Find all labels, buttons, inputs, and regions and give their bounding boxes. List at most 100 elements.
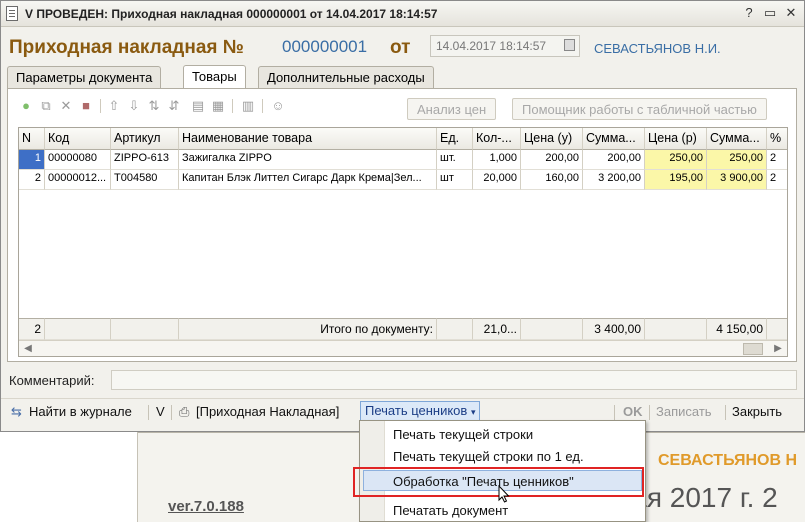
copy-icon[interactable]: ⧉ (38, 98, 54, 114)
sort-desc-icon[interactable]: ⇵ (166, 98, 182, 114)
menu-item-print-current-row[interactable]: Печать текущей строки (393, 427, 533, 442)
col-header-article[interactable]: Артикул (111, 128, 179, 150)
from-label: от (390, 37, 411, 58)
add-icon[interactable]: ● (18, 98, 34, 114)
table-icon[interactable]: ▤ (190, 98, 206, 114)
menu-item-print-row-per-unit[interactable]: Печать текущей строки по 1 ед. (393, 449, 584, 464)
footer-total-label: Итого по документу: (179, 318, 437, 340)
date-field[interactable]: 14.04.2017 18:14:57 (430, 35, 580, 57)
post-v-button[interactable]: V (156, 404, 165, 419)
col-header-sum-u[interactable]: Сумма... (583, 128, 645, 150)
edit-icon[interactable]: ■ (78, 98, 94, 114)
scroll-right-icon[interactable]: ▶ (771, 342, 785, 356)
ok-button[interactable]: OK (623, 404, 643, 419)
cell-article: T004580 (111, 170, 179, 190)
sort-asc-icon[interactable]: ⇅ (146, 98, 162, 114)
toolbar-separator (100, 99, 101, 113)
col-header-n[interactable]: N (19, 128, 45, 150)
bar-separator (171, 405, 172, 420)
cell-name: Зажигалка ZIPPO (179, 150, 437, 170)
grid-header-row: N Код Артикул Наименование товара Ед. Ко… (19, 128, 787, 150)
tab-goods[interactable]: Товары (183, 65, 246, 88)
horizontal-scrollbar[interactable]: ◀ ▶ (19, 340, 787, 356)
doc-number-field[interactable]: 000000001 (282, 37, 367, 57)
footer-empty (45, 318, 111, 340)
cell-qty: 1,000 (473, 150, 521, 170)
footer-empty (767, 318, 787, 340)
chevron-down-icon: ▾ (470, 407, 476, 417)
grid-footer-row: 2 Итого по документу: 21,0... 3 400,00 4… (19, 318, 787, 340)
cell-qty: 20,000 (473, 170, 521, 190)
footer-count: 2 (19, 318, 45, 340)
table-helper-button[interactable]: Помощник работы с табличной частью (512, 98, 767, 120)
barcode-icon[interactable]: ▥ (240, 98, 256, 114)
col-header-code[interactable]: Код (45, 128, 111, 150)
calendar-icon[interactable] (564, 39, 575, 51)
col-header-qty[interactable]: Кол-... (473, 128, 521, 150)
document-icon (6, 6, 18, 21)
col-header-price-r[interactable]: Цена (р) (645, 128, 707, 150)
col-header-name[interactable]: Наименование товара (179, 128, 437, 150)
footer-empty (645, 318, 707, 340)
journal-icon: ⇆ (11, 404, 22, 419)
scroll-thumb[interactable] (743, 343, 763, 355)
write-button[interactable]: Записать (656, 404, 712, 419)
bar-separator (614, 405, 615, 420)
goods-grid[interactable]: N Код Артикул Наименование товара Ед. Ко… (18, 127, 788, 357)
cell-percent: 2 (767, 150, 787, 170)
minimize-icon[interactable]: ▭ (762, 6, 778, 20)
footer-sum-total: 3 400,00 (583, 318, 645, 340)
bar-separator (148, 405, 149, 420)
col-header-sum-r[interactable]: Сумма... (707, 128, 767, 150)
window-title: V ПРОВЕДЕН: Приходная накладная 00000000… (25, 7, 438, 21)
footer-sum-total-r: 4 150,00 (707, 318, 767, 340)
bar-separator (649, 405, 650, 420)
price-analysis-button[interactable]: Анализ цен (407, 98, 497, 120)
cell-n: 2 (19, 170, 45, 190)
cell-sum-u: 200,00 (583, 150, 645, 170)
move-down-icon[interactable]: ⇩ (126, 98, 142, 114)
columns-icon[interactable]: ▦ (210, 98, 226, 114)
close-button[interactable]: Закрыть (732, 404, 782, 419)
footer-empty (437, 318, 473, 340)
tab-additional-costs[interactable]: Дополнительные расходы (258, 66, 434, 88)
col-header-price-u[interactable]: Цена (у) (521, 128, 583, 150)
table-row[interactable]: 1 00000080 ZIPPO-613 Зажигалка ZIPPO шт.… (19, 150, 787, 170)
close-icon[interactable]: ✕ (783, 6, 799, 20)
menu-item-print-document[interactable]: Печатать документ (393, 503, 508, 518)
footer-empty (521, 318, 583, 340)
comment-input[interactable] (111, 370, 797, 390)
toolbar-separator (232, 99, 233, 113)
footer-qty-total: 21,0... (473, 318, 521, 340)
help-icon[interactable]: ? (741, 6, 757, 20)
col-header-percent[interactable]: % (767, 128, 787, 150)
delete-icon[interactable]: ✕ (58, 98, 74, 114)
cell-unit: шт. (437, 150, 473, 170)
scroll-left-icon[interactable]: ◀ (21, 342, 35, 356)
tab-document-params[interactable]: Параметры документа (7, 66, 162, 88)
cell-sum-r: 250,00 (707, 150, 767, 170)
document-window: V ПРОВЕДЕН: Приходная накладная 00000000… (0, 0, 805, 432)
author-name: СЕВАСТЬЯНОВ Н.И. (594, 41, 721, 56)
title-bar[interactable]: V ПРОВЕДЕН: Приходная накладная 00000000… (1, 1, 804, 27)
footer-empty (111, 318, 179, 340)
col-header-unit[interactable]: Ед. (437, 128, 473, 150)
cell-price-u: 160,00 (521, 170, 583, 190)
cell-price-r: 195,00 (645, 170, 707, 190)
user-search-icon[interactable]: ☺ (270, 98, 286, 114)
comment-label: Комментарий: (9, 373, 95, 388)
cell-unit: шт (437, 170, 473, 190)
background-left-panel (0, 432, 138, 522)
mouse-cursor-icon (498, 485, 510, 503)
document-header: Приходная накладная № 000000001 от 14.04… (1, 31, 804, 63)
cell-article: ZIPPO-613 (111, 150, 179, 170)
print-tags-menu-button[interactable]: Печать ценников ▾ (360, 401, 481, 421)
move-up-icon[interactable]: ⇧ (106, 98, 122, 114)
print-invoice-button[interactable]: [Приходная Накладная] (196, 404, 339, 419)
find-in-journal-button[interactable]: Найти в журнале (29, 404, 132, 419)
table-row[interactable]: 2 00000012... T004580 Капитан Блэк Литте… (19, 170, 787, 190)
cell-price-u: 200,00 (521, 150, 583, 170)
background-version-link[interactable]: ver.7.0.188 (168, 498, 244, 515)
cell-name: Капитан Блэк Литтел Сигарс Дарк Крема|Зе… (179, 170, 437, 190)
cell-sum-u: 3 200,00 (583, 170, 645, 190)
